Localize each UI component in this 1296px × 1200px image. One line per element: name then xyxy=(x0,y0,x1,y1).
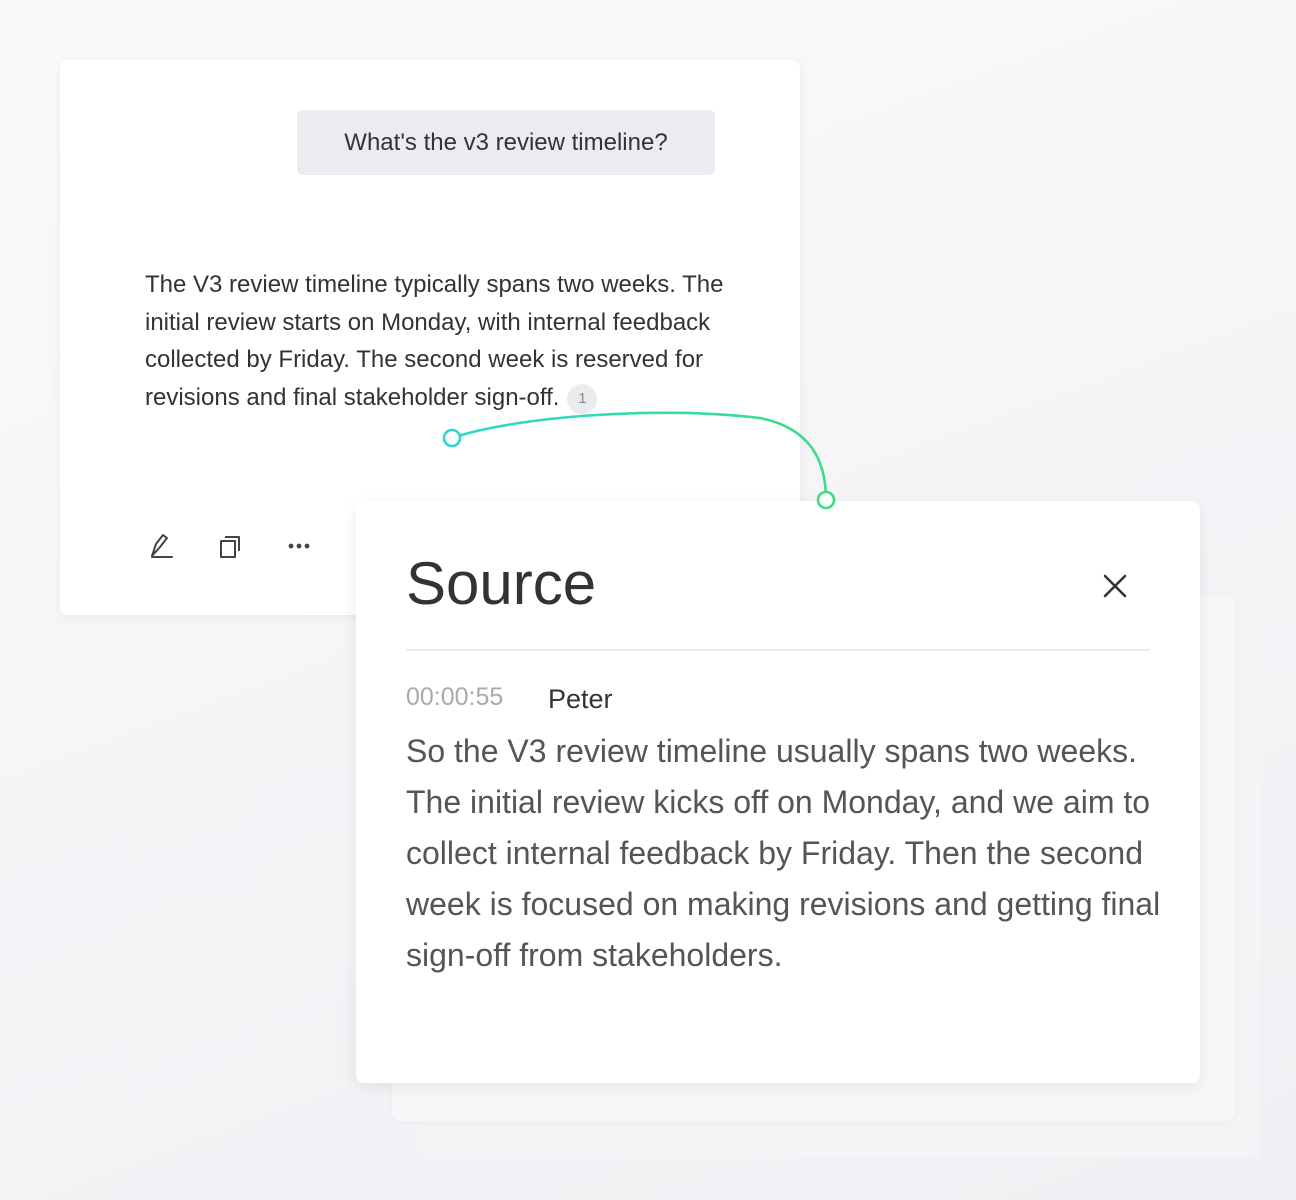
timestamp[interactable]: 00:00:55 xyxy=(406,682,503,712)
copy-icon[interactable] xyxy=(214,530,246,562)
assistant-answer: The V3 review timeline typically spans t… xyxy=(145,266,730,416)
speaker-name: Peter xyxy=(548,684,613,714)
source-transcript-text: So the V3 review timeline usually spans … xyxy=(406,733,1161,973)
more-icon[interactable] xyxy=(283,530,315,562)
close-icon xyxy=(1103,574,1127,598)
edit-icon[interactable] xyxy=(145,530,177,562)
citation-badge[interactable]: 1 xyxy=(567,383,598,414)
divider xyxy=(406,649,1150,651)
source-panel: Source 00:00:55 Peter So the V3 review t… xyxy=(356,501,1200,1083)
source-title: Source xyxy=(406,550,597,617)
answer-text: The V3 review timeline typically spans t… xyxy=(145,271,724,411)
user-question-bubble: What's the v3 review timeline? xyxy=(297,110,715,175)
close-button[interactable] xyxy=(1096,567,1134,605)
